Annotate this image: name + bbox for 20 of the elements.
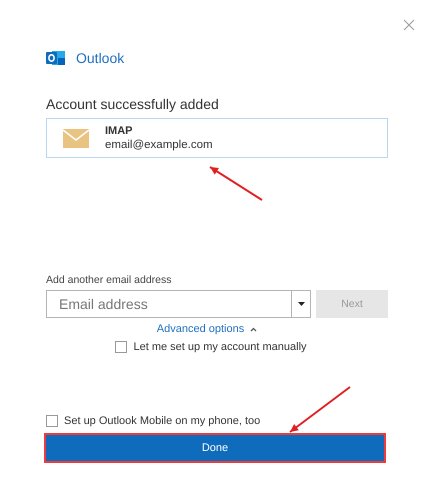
annotation-arrow: [289, 386, 351, 433]
checkbox-label: Set up Outlook Mobile on my phone, too: [64, 415, 260, 427]
dropdown-button[interactable]: [291, 290, 311, 318]
dropdown-icon: [298, 302, 304, 306]
field-label: Add another email address: [46, 274, 172, 286]
account-email: email@example.com: [105, 138, 213, 152]
advanced-options-link[interactable]: Advanced options: [156, 323, 258, 335]
checkbox[interactable]: [115, 341, 128, 353]
outlook-logo-icon: [46, 49, 66, 67]
email-input-field[interactable]: Email address: [46, 290, 291, 318]
success-heading: Account successfully added: [46, 96, 220, 112]
app-name: Outlook: [76, 50, 124, 66]
checkbox-label: Let me set up my account manually: [133, 341, 307, 353]
annotation-arrow: [209, 166, 263, 201]
checkbox[interactable]: [46, 415, 58, 427]
chevron-icon: [250, 326, 258, 332]
account-type: IMAP: [105, 124, 134, 138]
envelope-icon: [63, 128, 89, 148]
done-button[interactable]: Done: [44, 433, 386, 463]
close-icon[interactable]: [403, 19, 415, 31]
